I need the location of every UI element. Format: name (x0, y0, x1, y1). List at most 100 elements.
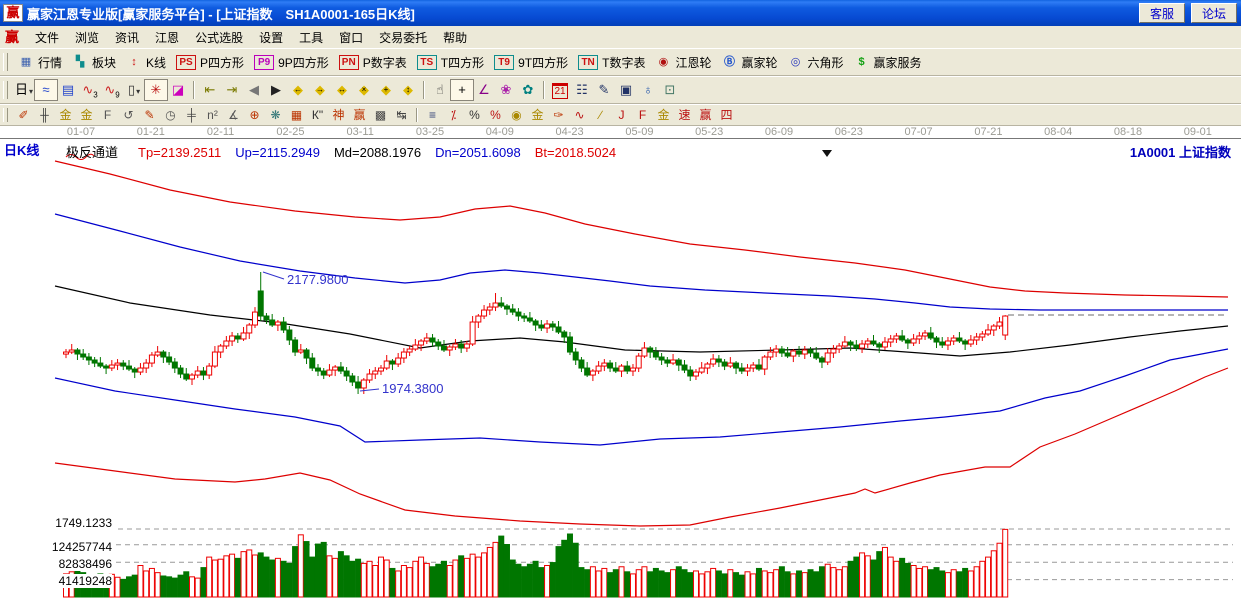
nav-next-button[interactable]: ▶ (265, 80, 287, 100)
candle-style-selector-button[interactable]: ▯▾ (123, 80, 145, 100)
gann-si-angle-button[interactable]: 四 (716, 107, 737, 124)
zoom-diamond-right-button[interactable]: ◆→ (309, 80, 331, 100)
nav-last-button[interactable]: ⇥ (221, 80, 243, 100)
toolbar-button-9t-square[interactable]: T99T四方形 (489, 50, 573, 74)
pattern-overlay-button[interactable]: ✳ (145, 80, 167, 100)
toolbar-button-winner-wheel[interactable]: Ⓑ赢家轮 (716, 50, 782, 74)
calculator-tool-button[interactable]: ☷ (571, 80, 593, 100)
flower-tool-button[interactable]: ❀ (495, 80, 517, 100)
gann-gold-line-button[interactable]: 金 (527, 107, 548, 124)
gann-ying-grid-button[interactable]: 赢 (349, 107, 370, 124)
zoom-diamond-x-button[interactable]: ◆× (353, 80, 375, 100)
gann-gold-angle-button[interactable]: 金 (653, 107, 674, 124)
crosshair-tool-button[interactable]: + (451, 80, 473, 100)
t-square-label: T四方形 (441, 54, 484, 71)
zoom-diamond-h-button[interactable]: ◆↔ (331, 80, 353, 100)
info-panel-button[interactable]: ▤ (57, 80, 79, 100)
angle-measure-tool-icon: ∠ (478, 82, 490, 97)
menu-item-2[interactable]: 资讯 (107, 29, 147, 47)
gann-compass-button[interactable]: ⊕ (244, 107, 265, 124)
toolbar-button-sectors[interactable]: ▚板块 (67, 50, 121, 74)
gann-marker-pen-button[interactable]: ✎ (139, 107, 160, 124)
nav-first-button[interactable]: ⇤ (199, 80, 221, 100)
toolbar-button-p-square[interactable]: PSP四方形 (171, 50, 249, 74)
gann-dense-grid-button[interactable]: ▩ (370, 107, 391, 124)
toolbar-button-quotes[interactable]: ▦行情 (13, 50, 67, 74)
gann-percent-line-button[interactable]: % (485, 107, 506, 124)
gann-angle-mirror-button[interactable]: ∡ (223, 107, 244, 124)
gann-price-list-icon: ≡ (429, 108, 436, 122)
toolbar-button-gann-wheel[interactable]: ◉江恩轮 (650, 50, 716, 74)
gann-price-list-button[interactable]: ≡ (422, 107, 443, 124)
gann-shen-grid-button[interactable]: 神 (328, 107, 349, 124)
toolbar-button-p-number-table[interactable]: PNP数字表 (334, 50, 412, 74)
menu-item-0[interactable]: 文件 (27, 29, 67, 47)
gann-span-arrows-button[interactable]: ↹ (391, 107, 412, 124)
gann-star-wheel-button[interactable]: ❋ (265, 107, 286, 124)
menu-item-4[interactable]: 公式选股 (187, 29, 251, 47)
menu-item-3[interactable]: 江恩 (147, 29, 187, 47)
calendar-tool-button[interactable]: 21 (549, 80, 571, 100)
gann-gold-circle-button[interactable]: ◉ (506, 107, 527, 124)
9t-square-icon: T9 (494, 55, 514, 70)
gann-pen-button[interactable]: ✐ (13, 107, 34, 124)
gann-percent-button[interactable]: % (464, 107, 485, 124)
notes-tool-button[interactable]: ✎ (593, 80, 615, 100)
gann-grid-button[interactable]: ╫ (34, 107, 55, 124)
remote-pc-tool-button[interactable]: ⊡ (659, 80, 681, 100)
menu-item-9[interactable]: 帮助 (435, 29, 475, 47)
menu-item-7[interactable]: 窗口 (331, 29, 371, 47)
gann-percent-slash-button[interactable]: ⁒ (443, 107, 464, 124)
indicator-header: 极反通道Tp=2139.2511Up=2115.2949Md=2088.1976… (66, 142, 630, 161)
gann-f-grid-button[interactable]: F (97, 107, 118, 124)
gann-spiral-button[interactable]: ↺ (118, 107, 139, 124)
gann-web-square-button[interactable]: ▦ (286, 107, 307, 124)
minute-3-chart-button[interactable]: ∿3 (79, 80, 101, 100)
toolbar-button-hexagon[interactable]: ◎六角形 (783, 50, 849, 74)
dragon-tool-button[interactable]: ✿ (517, 80, 539, 100)
zoom-diamond-plus-button[interactable]: ◆+ (375, 80, 397, 100)
toolbar-button-t-number-table[interactable]: TNT数字表 (573, 50, 650, 74)
crosshair-tool-icon: + (458, 82, 466, 97)
hand-pan-tool-button[interactable]: ☝ (429, 80, 451, 100)
calculator-tool-icon: ☷ (576, 82, 588, 97)
forum-button[interactable]: 论坛 (1191, 3, 1237, 23)
kline-chart-canvas[interactable]: 2177.98001974.3800 (0, 138, 1241, 598)
zoom-diamond-all-button[interactable]: ◆↕ (397, 80, 419, 100)
gann-k-quote-button[interactable]: К" (307, 107, 328, 124)
toolbar-button-t-square[interactable]: TST四方形 (412, 50, 489, 74)
toolbar-button-winner-service[interactable]: $赢家服务 (849, 50, 927, 74)
gann-brush-button[interactable]: ✑ (548, 107, 569, 124)
indicator-name[interactable]: 极反通道 (66, 145, 118, 160)
gann-clock-circle-button[interactable]: ◷ (160, 107, 181, 124)
gann-j-angle-button[interactable]: J (611, 107, 632, 124)
gann-su-angle-button[interactable]: 速 (674, 107, 695, 124)
toolbar-button-kline[interactable]: ↕K线 (121, 50, 171, 74)
angle-measure-tool-button[interactable]: ∠ (473, 80, 495, 100)
gann-gold-grid-button[interactable]: 金 (55, 107, 76, 124)
gann-gold-grid-2-button[interactable]: 金 (76, 107, 97, 124)
zoom-diamond-left-button[interactable]: ◆← (287, 80, 309, 100)
gann-n2-button[interactable]: n² (202, 107, 223, 124)
menu-item-1[interactable]: 浏览 (67, 29, 107, 47)
nav-prev-button[interactable]: ◀ (243, 80, 265, 100)
info-panel-icon: ▤ (62, 82, 74, 97)
gann-ruler-grid-button[interactable]: ╪ (181, 107, 202, 124)
period-day-selector-button[interactable]: 日▾ (13, 80, 35, 100)
trend-curve-tool-button[interactable]: ≈ (35, 80, 57, 100)
volume-profile-button[interactable]: ◪ (167, 80, 189, 100)
menu-item-6[interactable]: 工具 (291, 29, 331, 47)
gann-ying-box-button[interactable]: 赢 (695, 107, 716, 124)
web-service-tool-icon: ♁ (643, 82, 653, 97)
save-tool-button[interactable]: ▣ (615, 80, 637, 100)
toolbar-button-9p-square[interactable]: P99P四方形 (249, 50, 334, 74)
gann-f-angle-button[interactable]: F (632, 107, 653, 124)
gann-gold-slant-button[interactable]: ∕ (590, 107, 611, 124)
web-service-tool-button[interactable]: ♁ (637, 80, 659, 100)
minute-9-chart-button[interactable]: ∿9 (101, 80, 123, 100)
date-tick-label: 06-23 (835, 126, 863, 138)
menu-item-8[interactable]: 交易委托 (371, 29, 435, 47)
gann-wave-channel-button[interactable]: ∿ (569, 107, 590, 124)
customer-service-button[interactable]: 客服 (1139, 3, 1185, 23)
menu-item-5[interactable]: 设置 (251, 29, 291, 47)
